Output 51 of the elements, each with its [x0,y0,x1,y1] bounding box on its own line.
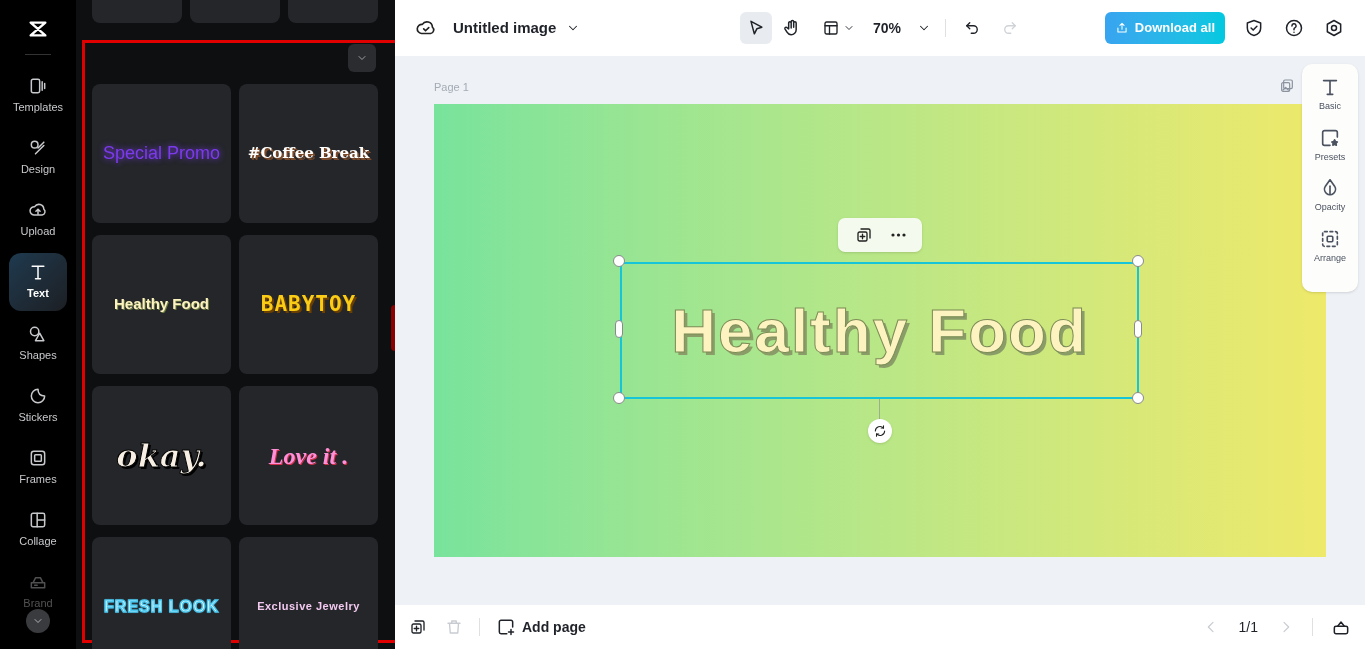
layout-button[interactable] [822,19,855,37]
expand-button[interactable] [26,609,50,633]
sidebar-item[interactable]: Design [9,129,67,187]
layout-icon [822,19,840,37]
resize-handle[interactable] [615,320,623,338]
sidebar-item[interactable]: Upload [9,191,67,249]
page-counter: 1/1 [1238,617,1258,637]
resize-handle[interactable] [1132,392,1144,404]
resize-handle[interactable] [1132,255,1144,267]
resize-handle[interactable] [613,255,625,267]
title-dropdown[interactable]: Untitled image [453,16,581,40]
sidebar-item[interactable]: Collage [9,501,67,559]
help-button[interactable] [1283,18,1305,38]
sidebar-item[interactable]: Shapes [9,315,67,373]
text-template-card[interactable]: Exclusive Jewelry [239,537,378,649]
property-tool[interactable]: Opacity [1305,177,1355,215]
more-icon [890,233,906,237]
add-page-icon [496,617,516,637]
more-button[interactable] [890,233,906,237]
text-template-card[interactable]: Healthy Food [92,235,231,374]
rotate-handle[interactable] [868,419,892,443]
page-thumbnail-icon [1279,78,1295,94]
sidebar-item[interactable]: Text [9,253,67,311]
resize-handle[interactable] [1134,320,1142,338]
add-page-button[interactable]: Add page [496,616,586,638]
sidebar-item[interactable]: Stickers [9,377,67,435]
duplicate-icon [854,226,873,244]
property-tool[interactable]: Basic [1305,76,1355,114]
duplicate-page-button[interactable] [409,618,427,636]
zoom-dropdown[interactable]: 70% [873,17,932,39]
property-tool[interactable]: Arrange [1305,227,1355,265]
text-template-card[interactable]: #Coffee Break [239,84,378,223]
sidebar-item[interactable]: Templates [9,67,67,125]
duplicate-icon [409,618,427,636]
text-template-card[interactable]: okay. [92,386,231,525]
help-icon [1284,18,1304,38]
text-template-card[interactable]: FRESH LOOK [92,537,231,649]
trash-icon [445,618,463,636]
sidebar-item[interactable]: Frames [9,439,67,497]
duplicate-button[interactable] [854,226,873,244]
rotate-icon [873,424,887,438]
upload-icon [1114,21,1129,35]
settings-icon [1324,18,1344,38]
text-template-card[interactable]: BABYTOY [239,235,378,374]
property-tool[interactable]: Presets [1305,126,1355,164]
selection-box[interactable] [620,262,1139,399]
shield-icon [1244,18,1264,38]
select-tool-button[interactable] [740,12,772,44]
page-label: Page 1 [434,80,469,95]
text-template-card[interactable]: Love it . [239,386,378,525]
resize-handle[interactable] [613,392,625,404]
